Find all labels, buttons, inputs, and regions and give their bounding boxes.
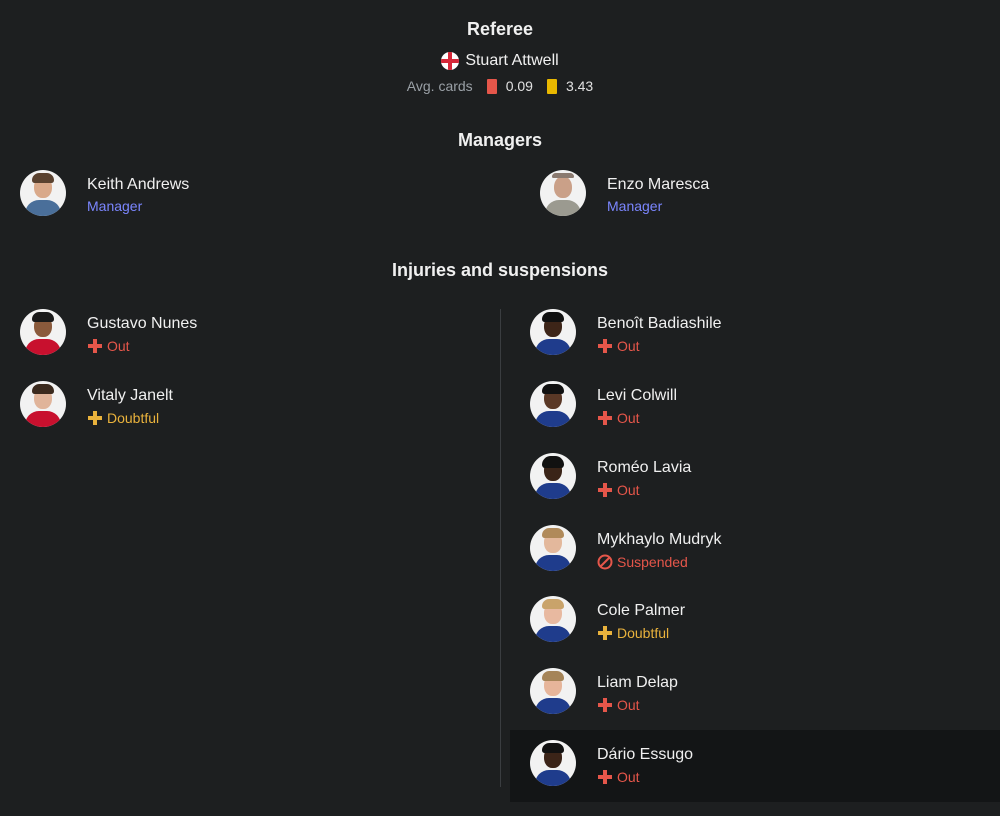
status-label: Out — [617, 769, 640, 785]
player-name: Roméo Lavia — [597, 459, 692, 476]
avatar — [530, 309, 576, 355]
avatar — [540, 170, 586, 216]
player-name: Cole Palmer — [597, 602, 686, 619]
referee-title: Referee — [466, 19, 534, 39]
status-label: Doubtful — [107, 410, 160, 426]
manager-role: Manager — [87, 198, 143, 214]
injury-plus-icon — [598, 770, 612, 784]
player-name: Gustavo Nunes — [87, 315, 198, 332]
injury-row[interactable]: Levi Colwill Out — [530, 381, 677, 427]
status: Out — [87, 338, 197, 354]
status-label: Out — [107, 338, 130, 354]
injury-plus-icon — [598, 698, 612, 712]
avatar — [530, 740, 576, 786]
injury-plus-icon — [598, 483, 612, 497]
status: Suspended — [597, 554, 721, 570]
status: Doubtful — [87, 410, 173, 426]
avatar — [20, 170, 66, 216]
status-label: Out — [617, 697, 640, 713]
status: Out — [597, 410, 677, 426]
injury-row[interactable]: Vitaly Janelt Doubtful — [20, 381, 173, 427]
status: Out — [597, 482, 691, 498]
injury-plus-icon — [598, 626, 612, 640]
avatar — [20, 309, 66, 355]
manager-home[interactable]: Keith Andrews Manager — [20, 170, 189, 216]
avatar — [20, 381, 66, 427]
player-name: Benoît Badiashile — [597, 315, 722, 332]
injury-row[interactable]: Cole Palmer Doubtful — [530, 596, 685, 642]
manager-name: Enzo Maresca — [607, 176, 710, 193]
avatar — [530, 381, 576, 427]
player-name: Mykhaylo Mudryk — [597, 531, 722, 548]
player-name: Dário Essugo — [597, 746, 694, 763]
avg-cards-label: Avg. cards — [406, 78, 473, 94]
referee-row[interactable]: Stuart Attwell — [0, 52, 1000, 70]
injury-row[interactable]: Gustavo Nunes Out — [20, 309, 197, 355]
manager-role: Manager — [607, 198, 663, 214]
injury-plus-icon — [88, 411, 102, 425]
status-label: Out — [617, 338, 640, 354]
injury-row[interactable]: Dário Essugo Out — [530, 740, 693, 786]
status: Doubtful — [597, 625, 685, 641]
injury-row[interactable]: Liam Delap Out — [530, 668, 678, 714]
referee-name: Stuart Attwell — [465, 52, 559, 69]
status: Out — [597, 697, 678, 713]
column-divider — [500, 309, 501, 787]
injury-row[interactable]: Benoît Badiashile Out — [530, 309, 722, 355]
injury-row[interactable]: Mykhaylo Mudryk Suspended — [530, 525, 721, 571]
injury-plus-icon — [88, 339, 102, 353]
avatar — [530, 453, 576, 499]
injury-row[interactable]: Roméo Lavia Out — [530, 453, 691, 499]
status-label: Out — [617, 482, 640, 498]
managers-title: Managers — [457, 130, 543, 150]
avg-cards-row: Avg. cards 0.09 3.43 — [0, 78, 1000, 94]
yellow-card-avg: 3.43 — [565, 78, 594, 94]
avatar — [530, 525, 576, 571]
injury-plus-icon — [598, 411, 612, 425]
suspended-ban-icon — [597, 554, 613, 570]
red-card-avg: 0.09 — [505, 78, 533, 94]
status: Out — [597, 338, 722, 354]
manager-name: Keith Andrews — [87, 176, 190, 193]
red-card-icon — [486, 78, 497, 94]
manager-away[interactable]: Enzo Maresca Manager — [540, 170, 709, 216]
status-label: Out — [617, 410, 640, 426]
status-label: Doubtful — [617, 625, 670, 641]
england-flag-icon — [441, 52, 460, 70]
status-label: Suspended — [617, 554, 688, 570]
player-name: Vitaly Janelt — [87, 387, 173, 404]
player-name: Levi Colwill — [597, 387, 678, 404]
avatar — [530, 596, 576, 642]
yellow-card-icon — [546, 78, 557, 94]
injury-plus-icon — [598, 339, 612, 353]
injuries-title: Injuries and suspensions — [391, 260, 609, 280]
avatar — [530, 668, 576, 714]
player-name: Liam Delap — [597, 674, 678, 691]
status: Out — [597, 769, 693, 785]
